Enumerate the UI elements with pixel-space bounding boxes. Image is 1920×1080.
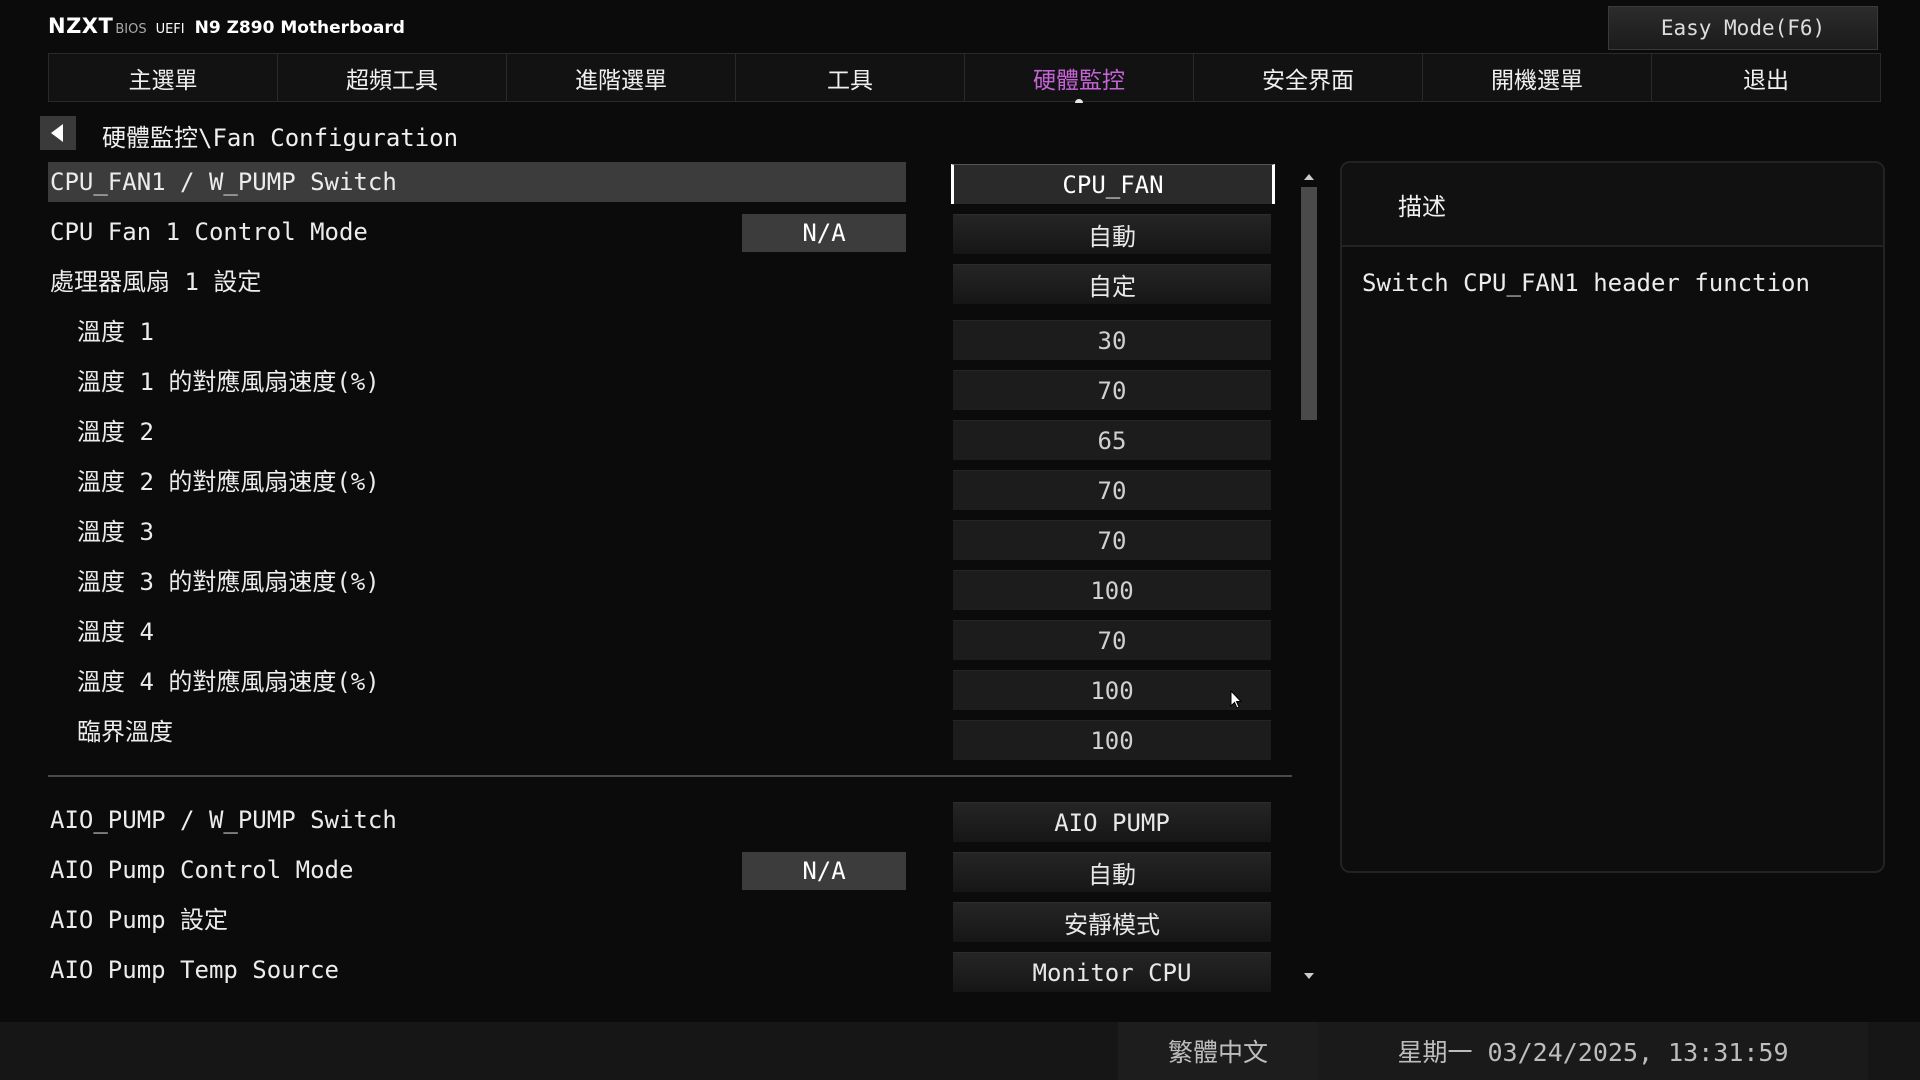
back-arrow-icon [50, 124, 63, 142]
setting-row-temp1[interactable]: 溫度 1 30 [48, 312, 1292, 360]
setting-label: 溫度 2 [77, 418, 154, 446]
tab-hardware-monitor-label: 硬體監控 [1033, 67, 1125, 94]
setting-value-input[interactable]: 70 [953, 520, 1271, 560]
tab-exit[interactable]: 退出 [1652, 54, 1880, 101]
setting-row-temp1-speed[interactable]: 溫度 1 的對應風扇速度(%) 70 [48, 362, 1292, 410]
setting-label: AIO Pump 設定 [50, 906, 229, 934]
setting-label: AIO Pump Control Mode [50, 856, 354, 884]
setting-label: 溫度 4 的對應風扇速度(%) [77, 668, 380, 696]
breadcrumb: 硬體監控\Fan Configuration [102, 124, 459, 152]
setting-row-aio-pump-mode[interactable]: AIO Pump Control Mode N/A 自動 [48, 850, 1292, 892]
setting-value-dropdown[interactable]: 自動 [953, 852, 1271, 892]
scroll-down-icon[interactable] [1304, 973, 1314, 979]
setting-row-cpu-fan1-profile[interactable]: 處理器風扇 1 設定 自定 [48, 262, 1292, 304]
setting-label: 溫度 4 [77, 618, 154, 646]
setting-row-temp3-speed[interactable]: 溫度 3 的對應風扇速度(%) 100 [48, 562, 1292, 610]
main-tabs: 主選單 超頻工具 進階選單 工具 硬體監控 安全界面 開機選單 退出 [48, 53, 1881, 103]
uefi-label: UEFI [155, 22, 185, 37]
nzxt-logo: NZXT [48, 14, 114, 38]
setting-label: 處理器風扇 1 設定 [50, 268, 262, 296]
tab-boot[interactable]: 開機選單 [1423, 54, 1652, 101]
section-divider [48, 775, 1292, 777]
motherboard-model: N9 Z890 Motherboard [194, 18, 405, 38]
setting-label: 溫度 1 的對應風扇速度(%) [77, 368, 380, 396]
tab-hardware-monitor[interactable]: 硬體監控 [965, 54, 1194, 103]
setting-value-input[interactable]: 70 [953, 620, 1271, 660]
tab-overclocking[interactable]: 超頻工具 [278, 54, 507, 101]
scrollbar-thumb[interactable] [1301, 187, 1317, 420]
setting-label: 溫度 2 的對應風扇速度(%) [77, 468, 380, 496]
setting-row-aio-pump-temp-source[interactable]: AIO Pump Temp Source Monitor CPU [48, 950, 1292, 992]
setting-value-input[interactable]: 30 [953, 320, 1271, 360]
setting-row-cpu-fan1-mode[interactable]: CPU Fan 1 Control Mode N/A 自動 [48, 212, 1292, 254]
setting-label: 溫度 3 的對應風扇速度(%) [77, 568, 380, 596]
setting-value-input[interactable]: 65 [953, 420, 1271, 460]
scroll-up-icon[interactable] [1304, 174, 1314, 180]
setting-row-temp3[interactable]: 溫度 3 70 [48, 512, 1292, 560]
setting-row-aio-pump-switch[interactable]: AIO_PUMP / W_PUMP Switch AIO PUMP [48, 800, 1292, 842]
status-readout: N/A [742, 214, 906, 252]
setting-value-dropdown[interactable]: Monitor CPU [953, 952, 1271, 992]
description-title: 描述 [1342, 163, 1883, 247]
setting-value-input[interactable]: 100 [953, 720, 1271, 760]
setting-row-aio-pump-profile[interactable]: AIO Pump 設定 安靜模式 [48, 900, 1292, 942]
bios-screen: NZXT BIOS UEFI N9 Z890 Motherboard Easy … [0, 0, 1920, 1080]
status-readout: N/A [742, 852, 906, 890]
language-selector[interactable]: 繁體中文 [1118, 1022, 1318, 1080]
setting-label: AIO Pump Temp Source [50, 956, 339, 984]
setting-label: 溫度 3 [77, 518, 154, 546]
setting-value-dropdown[interactable]: 自動 [953, 214, 1271, 254]
description-text: Switch CPU_FAN1 header function [1362, 269, 1810, 297]
setting-row-temp2[interactable]: 溫度 2 65 [48, 412, 1292, 460]
setting-value-dropdown[interactable]: 安靜模式 [953, 902, 1271, 942]
setting-row-cpu-fan1-switch[interactable]: CPU_FAN1 / W_PUMP Switch CPU_FAN [48, 162, 1292, 204]
setting-value-input[interactable]: 70 [953, 470, 1271, 510]
setting-label: CPU_FAN1 / W_PUMP Switch [50, 168, 397, 196]
tab-main[interactable]: 主選單 [49, 54, 278, 101]
setting-label: AIO_PUMP / W_PUMP Switch [50, 806, 397, 834]
description-panel: 描述 Switch CPU_FAN1 header function [1340, 161, 1885, 873]
setting-value-input[interactable]: 100 [953, 670, 1271, 710]
tab-advanced[interactable]: 進階選單 [507, 54, 736, 101]
setting-value-dropdown[interactable]: CPU_FAN [951, 164, 1275, 204]
status-footer: 繁體中文 星期一 03/24/2025, 13:31:59 [0, 1022, 1920, 1080]
setting-row-temp4-speed[interactable]: 溫度 4 的對應風扇速度(%) 100 [48, 662, 1292, 710]
setting-value-dropdown[interactable]: 自定 [953, 264, 1271, 304]
active-tab-indicator [1075, 99, 1083, 103]
brand-header: NZXT BIOS UEFI N9 Z890 Motherboard [48, 14, 405, 38]
tab-security[interactable]: 安全界面 [1194, 54, 1423, 101]
back-button[interactable] [40, 116, 76, 150]
setting-value-input[interactable]: 100 [953, 570, 1271, 610]
setting-label: 溫度 1 [77, 318, 154, 346]
setting-label: CPU Fan 1 Control Mode [50, 218, 368, 246]
setting-row-temp4[interactable]: 溫度 4 70 [48, 612, 1292, 660]
setting-row-critical-temp[interactable]: 臨界溫度 100 [48, 712, 1292, 760]
bios-label: BIOS [115, 22, 147, 37]
date-time-display: 星期一 03/24/2025, 13:31:59 [1318, 1022, 1868, 1080]
setting-value-input[interactable]: 70 [953, 370, 1271, 410]
setting-row-temp2-speed[interactable]: 溫度 2 的對應風扇速度(%) 70 [48, 462, 1292, 510]
setting-value-dropdown[interactable]: AIO PUMP [953, 802, 1271, 842]
tab-tools[interactable]: 工具 [736, 54, 965, 101]
setting-label: 臨界溫度 [77, 718, 173, 746]
mouse-cursor-icon [1230, 690, 1242, 709]
easy-mode-button[interactable]: Easy Mode(F6) [1608, 6, 1878, 50]
